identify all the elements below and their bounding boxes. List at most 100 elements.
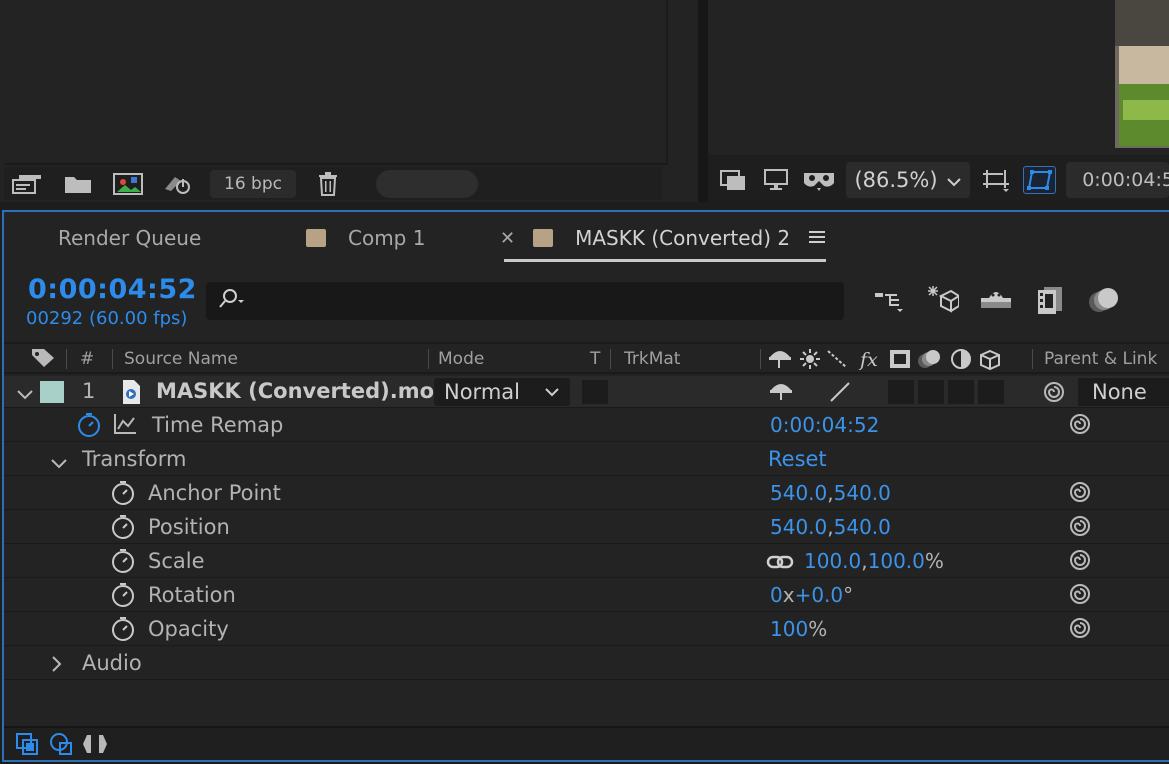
magnification-dropdown[interactable]: (86.5%)	[846, 162, 970, 198]
time-remap-value[interactable]: 0:00:04:52	[770, 413, 879, 437]
column-t[interactable]: T	[590, 349, 600, 369]
opacity-number[interactable]: 100	[770, 617, 808, 641]
property-group-transform[interactable]: Transform Reset	[4, 442, 1169, 476]
tab-label: Render Queue	[58, 226, 202, 250]
pick-whip-icon[interactable]	[1068, 514, 1092, 543]
rotation-degrees[interactable]: +0.0	[795, 583, 844, 607]
scale-unit: %	[924, 549, 944, 573]
flowchart-power-icon[interactable]	[160, 170, 196, 198]
viewer-canvas[interactable]	[708, 0, 1169, 155]
property-row-anchor-point[interactable]: Anchor Point 540.0,540.0	[4, 476, 1169, 510]
adjustment-layer-switch[interactable]	[978, 380, 1004, 404]
close-icon[interactable]: ✕	[500, 228, 515, 249]
new-composition-icon[interactable]	[110, 170, 146, 198]
anchor-point-y[interactable]: 540.0	[834, 481, 891, 505]
stopwatch-icon[interactable]	[110, 480, 136, 511]
thumbnail-size-slider[interactable]	[375, 169, 478, 198]
layer-search-input[interactable]	[206, 282, 844, 320]
panel-menu-icon[interactable]	[808, 226, 826, 250]
pick-whip-icon[interactable]	[1068, 480, 1092, 509]
frame-count-display: 00292 (60.00 fps)	[26, 308, 188, 329]
project-items-area[interactable]	[4, 0, 668, 165]
shy-layers-icon[interactable]	[978, 282, 1014, 318]
constrain-proportions-link-icon[interactable]	[766, 552, 794, 576]
transform-reset-link[interactable]: Reset	[768, 447, 827, 471]
pick-whip-icon[interactable]	[1068, 548, 1092, 577]
property-group-label: Audio	[82, 651, 142, 675]
stopwatch-icon[interactable]	[110, 616, 136, 647]
stopwatch-icon-active[interactable]	[76, 412, 102, 443]
stopwatch-icon[interactable]	[110, 582, 136, 613]
anchor-point-x[interactable]: 540.0	[770, 481, 827, 505]
scale-y[interactable]: 100.0	[868, 549, 925, 573]
property-row-position[interactable]: Position 540.0,540.0	[4, 510, 1169, 544]
timeline-bottom-bar	[4, 726, 1169, 760]
always-preview-icon[interactable]	[716, 166, 749, 194]
position-value: 540.0,540.0	[770, 515, 891, 539]
toggle-mask-visibility-icon[interactable]	[1022, 166, 1057, 194]
layer-label-color[interactable]	[40, 381, 64, 403]
shy-switch-icon[interactable]	[768, 380, 794, 407]
monitor-icon[interactable]	[759, 166, 792, 194]
frame-blend-switch[interactable]	[918, 380, 944, 404]
project-bit-depth[interactable]: 16 bpc	[210, 169, 296, 198]
property-row-opacity[interactable]: Opacity 100%	[4, 612, 1169, 646]
stopwatch-icon[interactable]	[110, 548, 136, 579]
draft-3d-icon[interactable]	[924, 282, 960, 318]
scale-value: 100.0,100.0%	[804, 549, 944, 573]
parent-dropdown[interactable]: None	[1078, 378, 1169, 406]
quality-switch-icon[interactable]	[828, 380, 852, 409]
panel-divider[interactable]	[698, 0, 708, 202]
chevron-down-icon[interactable]	[16, 383, 34, 407]
position-y[interactable]: 540.0	[834, 515, 891, 539]
motion-blur-switch[interactable]	[948, 380, 974, 404]
trash-icon[interactable]	[310, 170, 346, 198]
motion-blur-icon[interactable]	[1086, 282, 1122, 318]
scale-x[interactable]: 100.0	[804, 549, 861, 573]
in-out-duration-pane-icon[interactable]	[82, 731, 108, 757]
property-row-scale[interactable]: Scale 100.0,100.0%	[4, 544, 1169, 578]
position-x[interactable]: 540.0	[770, 515, 827, 539]
footage-preview	[1115, 0, 1169, 148]
column-parent-link[interactable]: Parent & Link	[1044, 349, 1157, 369]
current-time-display[interactable]: 0:00:04:52	[28, 274, 197, 305]
property-row-rotation[interactable]: Rotation 0x+0.0°	[4, 578, 1169, 612]
region-of-interest-icon[interactable]	[980, 166, 1013, 194]
blend-mode-dropdown[interactable]: Normal	[434, 378, 570, 406]
interpret-footage-icon[interactable]	[10, 170, 46, 198]
layer-column-headers: # Source Name Mode T TrkMat fx Parent & …	[4, 342, 1169, 374]
new-folder-icon[interactable]	[60, 170, 96, 198]
column-trkmat[interactable]: TrkMat	[624, 349, 680, 369]
chevron-down-icon[interactable]	[50, 452, 68, 476]
transfer-controls-pane-icon[interactable]	[48, 731, 74, 757]
pick-whip-icon[interactable]	[1068, 616, 1092, 645]
layer-name[interactable]: MASKK (Converted).mov	[156, 379, 448, 403]
chevron-right-icon[interactable]	[50, 654, 64, 678]
composition-mini-flowchart-icon[interactable]	[870, 282, 906, 318]
column-source-name[interactable]: Source Name	[124, 349, 238, 369]
frame-blending-icon[interactable]	[1032, 282, 1068, 318]
layer-switches-pane-icon[interactable]	[14, 731, 40, 757]
property-label: Opacity	[148, 617, 229, 641]
preserve-transparency-toggle[interactable]	[582, 380, 608, 404]
vr-goggles-icon[interactable]	[802, 166, 836, 194]
pick-whip-icon[interactable]	[1042, 380, 1066, 409]
viewer-current-time[interactable]: 0:00:04:5	[1066, 162, 1169, 198]
label-tag-icon[interactable]	[30, 347, 56, 374]
layer-row[interactable]: 1 MASKK (Converted).mov Normal None	[4, 376, 1169, 408]
column-number[interactable]: #	[80, 349, 94, 369]
property-group-audio[interactable]: Audio	[4, 646, 1169, 680]
tab-render-queue[interactable]: Render Queue	[58, 226, 201, 250]
viewer-toolbar: (86.5%) 0:00:04:5	[708, 158, 1169, 202]
property-row-time-remap[interactable]: Time Remap 0:00:04:52	[4, 408, 1169, 442]
stopwatch-icon[interactable]	[110, 514, 136, 545]
effects-switch[interactable]	[888, 380, 914, 404]
pick-whip-icon[interactable]	[1068, 412, 1092, 441]
tab-comp-1[interactable]: Comp 1	[306, 226, 425, 250]
pick-whip-icon[interactable]	[1068, 582, 1092, 611]
rotation-revolutions[interactable]: 0	[770, 583, 783, 607]
layer-index: 1	[82, 379, 96, 403]
column-mode[interactable]: Mode	[438, 349, 484, 369]
tab-maskk-converted-2[interactable]: ✕ MASKK (Converted) 2	[500, 226, 826, 250]
graph-editor-icon[interactable]	[112, 412, 138, 441]
